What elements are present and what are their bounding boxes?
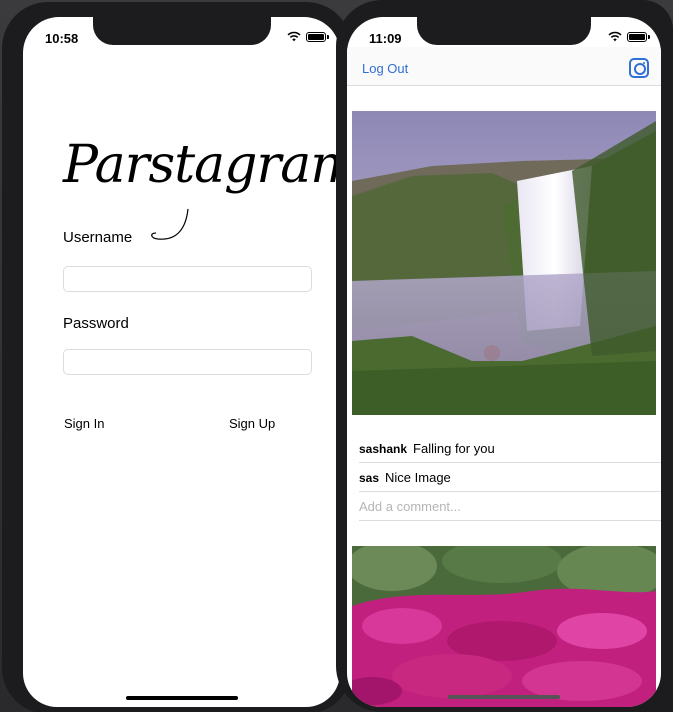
comment-text: Falling for you — [413, 441, 495, 456]
navigation-bar: Log Out — [347, 47, 661, 86]
wifi-icon — [287, 31, 301, 42]
username-field[interactable] — [63, 266, 312, 292]
password-label: Password — [63, 315, 129, 332]
battery-icon — [627, 31, 650, 42]
home-indicator[interactable] — [125, 696, 238, 700]
status-icons — [608, 31, 650, 42]
home-indicator[interactable] — [448, 695, 560, 699]
logo-swash-decoration — [151, 208, 189, 240]
notch — [417, 17, 591, 45]
comment-text: Nice Image — [385, 470, 451, 485]
battery-icon — [306, 31, 329, 42]
sign-in-button[interactable]: Sign In — [64, 416, 104, 431]
login-screen: 10:58 Parstagram Username Password Sign … — [23, 17, 340, 707]
app-logo: Parstagram — [63, 135, 340, 195]
feed-screen: Log Out 11:09 sashank Falling for you sa… — [347, 17, 661, 707]
comment-username[interactable]: sashank — [359, 442, 407, 456]
comment-username[interactable]: sas — [359, 471, 379, 485]
password-field[interactable] — [63, 349, 312, 375]
camera-icon[interactable] — [629, 58, 649, 78]
username-label: Username — [63, 229, 133, 246]
status-icons — [287, 31, 329, 42]
comment-row: sas Nice Image — [359, 464, 661, 492]
status-time: 10:58 — [45, 31, 79, 46]
post-image-flowers[interactable] — [352, 546, 656, 707]
comment-row: sashank Falling for you — [359, 435, 661, 463]
log-out-button[interactable]: Log Out — [362, 61, 408, 76]
sign-up-button[interactable]: Sign Up — [229, 416, 275, 431]
status-time: 11:09 — [369, 31, 402, 46]
add-comment-input[interactable] — [359, 493, 661, 521]
post-image-waterfall[interactable] — [352, 111, 656, 415]
wifi-icon — [608, 31, 622, 42]
notch — [93, 17, 271, 45]
